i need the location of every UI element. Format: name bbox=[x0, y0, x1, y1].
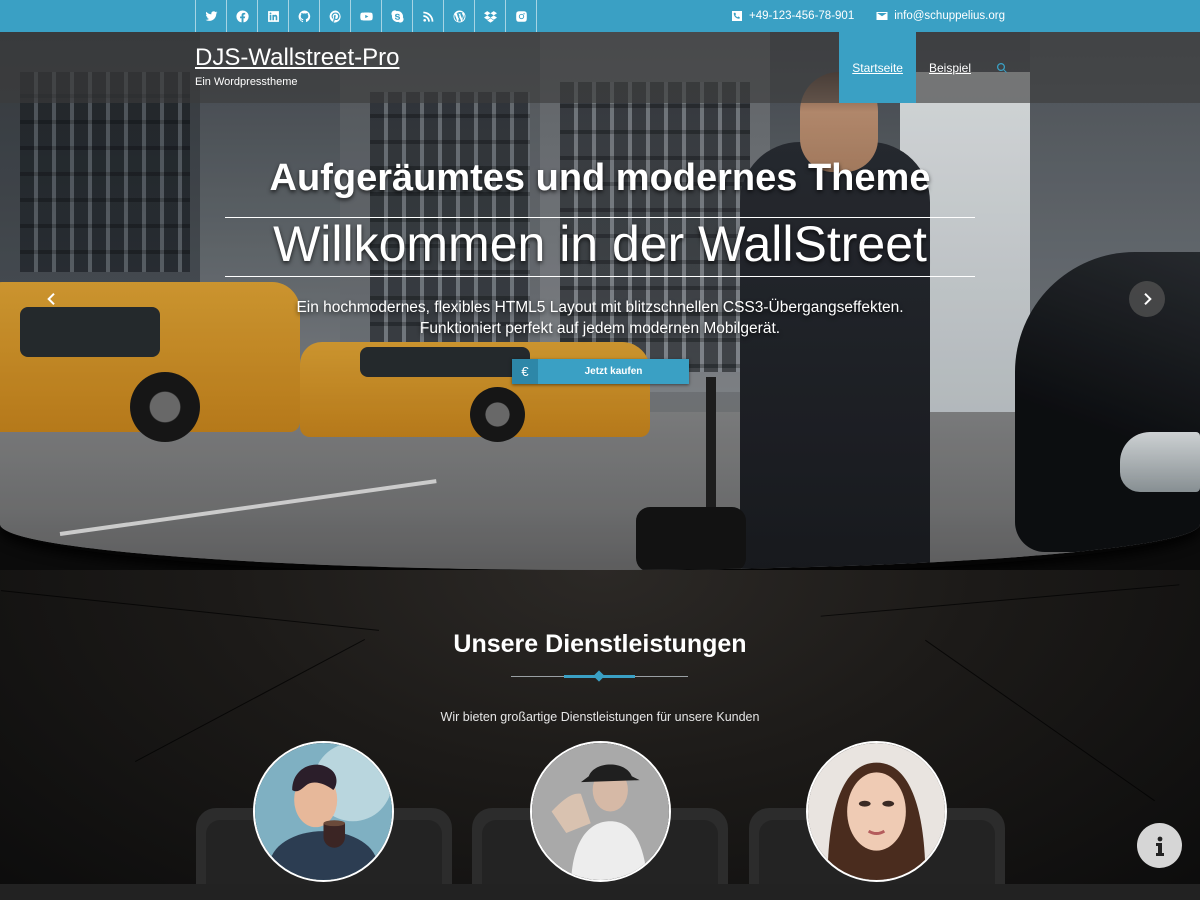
search-icon bbox=[996, 62, 1007, 73]
buy-now-label: Jetzt kaufen bbox=[584, 366, 643, 377]
instagram-icon[interactable] bbox=[506, 0, 537, 32]
facebook-icon[interactable] bbox=[227, 0, 258, 32]
top-bar: +49-123-456-78-901 info@schuppelius.org bbox=[0, 0, 1200, 32]
contact-info: +49-123-456-78-901 info@schuppelius.org bbox=[731, 0, 1005, 32]
slide-title: Willkommen in der WallStreet bbox=[273, 216, 927, 272]
footer-strip bbox=[0, 884, 1200, 900]
services-title: Unsere Dienstleistungen bbox=[453, 630, 747, 658]
info-icon bbox=[1155, 836, 1164, 856]
slider-next-button[interactable] bbox=[1129, 281, 1165, 317]
woman-with-cup-photo bbox=[253, 741, 394, 882]
email-address: info@schuppelius.org bbox=[894, 10, 1005, 22]
skype-icon[interactable] bbox=[382, 0, 413, 32]
branding: DJS-Wallstreet-Pro Ein Wordpresstheme bbox=[195, 44, 399, 90]
chevron-right-icon bbox=[1144, 292, 1152, 306]
woman-portrait-photo bbox=[806, 741, 947, 882]
dancer-with-cap-photo bbox=[530, 741, 671, 882]
phone-link[interactable]: +49-123-456-78-901 bbox=[731, 10, 854, 22]
site-header: DJS-Wallstreet-Pro Ein Wordpresstheme St… bbox=[0, 32, 1200, 103]
chevron-left-icon bbox=[47, 292, 55, 306]
site-tagline: Ein Wordpresstheme bbox=[195, 76, 298, 88]
services-subtitle: Wir bieten großartige Dienstleistungen f… bbox=[440, 710, 760, 724]
social-links bbox=[195, 0, 537, 32]
slide-description-line: Funktioniert perfekt auf jedem modernen … bbox=[419, 320, 781, 337]
phone-icon bbox=[732, 11, 743, 21]
nav-item-startseite[interactable]: Startseite bbox=[839, 32, 916, 103]
wordpress-icon[interactable] bbox=[444, 0, 475, 32]
buy-now-button[interactable]: € Jetzt kaufen bbox=[512, 359, 689, 384]
search-button[interactable] bbox=[984, 32, 1020, 103]
slide-description: Ein hochmodernes, flexibles HTML5 Layout… bbox=[0, 297, 1200, 339]
main-nav: Startseite Beispiel bbox=[839, 32, 1020, 103]
linkedin-icon[interactable] bbox=[258, 0, 289, 32]
pinterest-icon[interactable] bbox=[320, 0, 351, 32]
envelope-icon bbox=[876, 12, 888, 20]
email-link[interactable]: info@schuppelius.org bbox=[876, 10, 1005, 22]
info-button[interactable] bbox=[1137, 823, 1182, 868]
slide-kicker: Aufgeräumtes und modernes Theme bbox=[269, 157, 931, 199]
nav-item-beispiel[interactable]: Beispiel bbox=[916, 32, 984, 103]
github-icon[interactable] bbox=[289, 0, 320, 32]
phone-number: +49-123-456-78-901 bbox=[749, 10, 855, 22]
dropbox-icon[interactable] bbox=[475, 0, 506, 32]
slide-description-line: Ein hochmodernes, flexibles HTML5 Layout… bbox=[296, 299, 904, 316]
rss-icon[interactable] bbox=[413, 0, 444, 32]
services-section: Unsere Dienstleistungen Wir bieten großa… bbox=[0, 570, 1200, 900]
youtube-icon[interactable] bbox=[351, 0, 382, 32]
site-title[interactable]: DJS-Wallstreet-Pro bbox=[195, 44, 399, 72]
slider-prev-button[interactable] bbox=[34, 281, 70, 317]
twitter-icon[interactable] bbox=[196, 0, 227, 32]
euro-icon: € bbox=[512, 359, 538, 384]
title-divider bbox=[511, 670, 688, 682]
hero-slider: DJS-Wallstreet-Pro Ein Wordpresstheme St… bbox=[0, 32, 1200, 570]
